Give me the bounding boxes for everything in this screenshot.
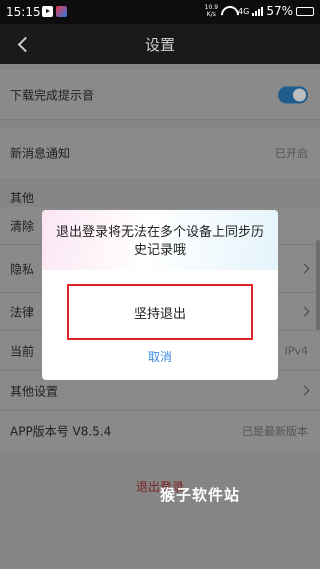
watermark-text: 猴子软件站 <box>160 486 241 504</box>
download-tone-label: 下载完成提示音 <box>10 88 95 102</box>
legal-label: 法律 <box>10 305 35 319</box>
battery-icon <box>296 6 314 16</box>
video-app-icon <box>42 6 53 17</box>
new-message-label: 新消息通知 <box>10 146 71 161</box>
network-speed-unit: K/s <box>206 11 216 18</box>
page-title: 设置 <box>144 36 175 54</box>
signal-bars-icon <box>252 6 264 16</box>
current-label: 当前 <box>10 344 35 358</box>
confirm-logout-button[interactable]: 坚持退出 <box>67 284 253 340</box>
download-tone-toggle[interactable] <box>278 86 308 103</box>
wifi-icon <box>221 6 235 16</box>
download-tone-row[interactable]: 下载完成提示音 <box>0 70 320 120</box>
app-version-label: APP版本号 V8.5.4 <box>10 424 112 439</box>
dialog-message: 退出登录将无法在多个设备上同步历史记录哦 <box>56 225 265 258</box>
other-section-header: 其他 <box>10 191 35 205</box>
status-time: 15:15 <box>6 5 41 19</box>
app-version-row: APP版本号 V8.5.4 已是最新版本 <box>0 411 320 451</box>
current-value: IPv4 <box>284 344 308 357</box>
privacy-label: 隐私 <box>10 262 35 276</box>
status-right: 10.9 K/s 4G 57% <box>205 4 314 18</box>
network-speed: 10.9 K/s <box>205 4 218 18</box>
battery-percent: 57% <box>266 4 293 18</box>
new-message-row[interactable]: 新消息通知 已开启 <box>0 128 320 178</box>
signal-type: 4G <box>238 6 250 16</box>
status-bar: 15:15 10.9 K/s 4G 57% <box>0 0 320 24</box>
app-version-status: 已是最新版本 <box>242 425 308 438</box>
other-settings-chevron-icon <box>299 385 310 395</box>
legal-chevron-icon <box>299 306 310 316</box>
logout-confirm-dialog: 退出登录将无法在多个设备上同步历史记录哦 坚持退出 取消 <box>42 210 278 380</box>
scroll-handle[interactable] <box>316 240 320 330</box>
app-notification-icon <box>56 6 67 17</box>
nav-bar: 设置 <box>0 24 320 64</box>
new-message-value: 已开启 <box>275 147 308 160</box>
other-settings-label: 其他设置 <box>10 384 59 398</box>
privacy-chevron-icon <box>299 263 310 273</box>
clear-cache-label: 清除 <box>10 219 35 233</box>
network-speed-value: 10.9 <box>204 4 219 11</box>
cancel-button[interactable]: 取消 <box>42 348 278 365</box>
